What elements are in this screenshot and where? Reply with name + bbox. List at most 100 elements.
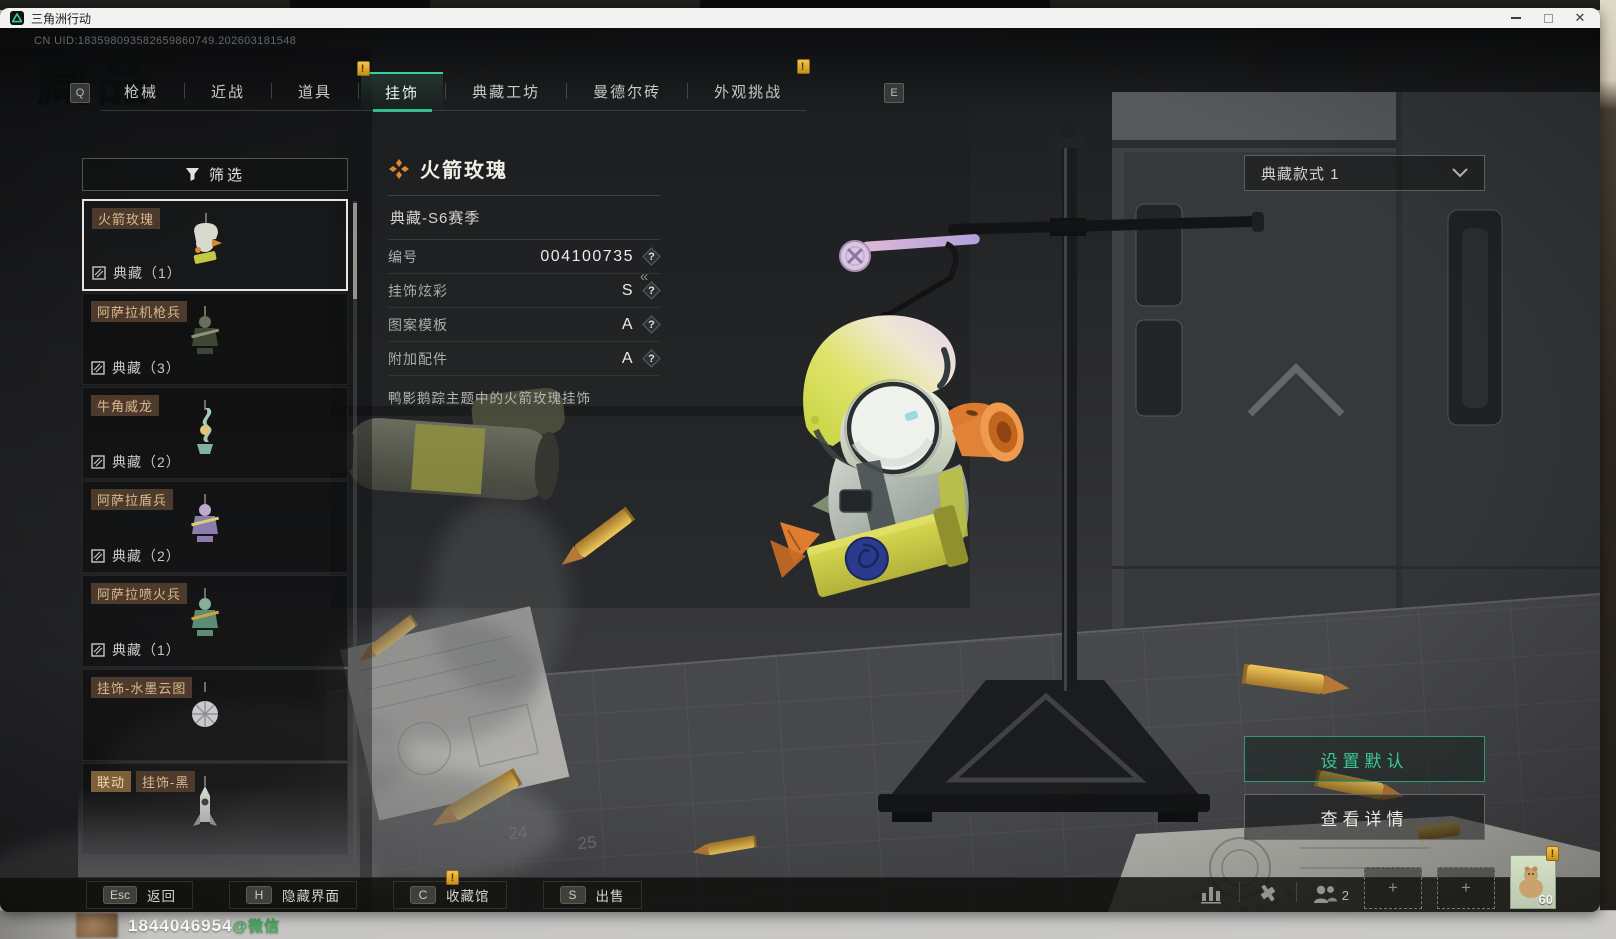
key-hint-q: Q (70, 83, 90, 103)
tab-近战[interactable]: 近战 (187, 72, 269, 110)
auction-button[interactable] (1255, 880, 1281, 906)
stats-button[interactable] (1198, 880, 1224, 906)
charm-thumbnail (193, 776, 217, 826)
collection-list-item[interactable]: 联动 挂饰-黑 (82, 763, 348, 855)
minimize-button[interactable] (1500, 8, 1532, 28)
detail-row-value: A (621, 349, 634, 367)
collection-list: 火箭玫瑰 典藏（1） 阿萨拉机枪兵 典藏（3） 牛角威龙 典藏（2） 阿萨拉盾兵… (82, 199, 348, 865)
key-chip: H (246, 886, 273, 904)
tab-典藏工坊[interactable]: 典藏工坊 (448, 72, 564, 110)
detail-row-label: 编号 (388, 248, 418, 265)
scrollbar-thumb[interactable] (353, 203, 357, 299)
tab-label: 典藏工坊 (472, 83, 541, 101)
panel-collapse-handle[interactable]: « (640, 268, 648, 285)
item-season: 典藏-S6赛季 (388, 196, 660, 240)
shortcut[interactable]: Esc 返回 (86, 881, 194, 909)
alert-badge-icon: ! (1546, 846, 1559, 861)
collection-list-item[interactable]: 牛角威龙 典藏（2） (82, 387, 348, 479)
item-name-badge: 火箭玫瑰 (92, 208, 161, 229)
desktop: 1844046954@微信 三角洲行动 ✕ CN UID:18359809358… (0, 0, 1616, 939)
collection-count: 典藏（3） (91, 358, 181, 378)
item-name-badge: 阿萨拉机枪兵 (91, 301, 188, 322)
tab-separator (687, 83, 689, 99)
tab-row: 枪械 近战 道具 ! 挂饰 典藏工坊 曼德尔砖 ! 外观挑战 (100, 59, 811, 112)
tab-separator (445, 83, 447, 99)
filter-button[interactable]: 筛选 (82, 158, 348, 191)
item-tags: 联动 挂饰-黑 (91, 771, 196, 792)
item-tags: 阿萨拉机枪兵 (91, 301, 188, 322)
gavel-icon (1260, 884, 1275, 902)
tab-label: 近战 (211, 83, 246, 101)
filter-funnel-icon (185, 168, 199, 181)
avatar (76, 913, 118, 938)
key-hint-e: E (884, 83, 904, 103)
detail-rows: 编号 004100735 ? 挂饰炫彩 S ? 图案模板 A ? 附加配件 A … (388, 240, 661, 376)
style-dropdown[interactable]: 典藏款式 1 (1244, 155, 1485, 191)
shortcut[interactable]: H 隐藏界面 (229, 881, 358, 909)
detail-row: 附加配件 A ? (388, 342, 661, 376)
key-chip: S (559, 886, 586, 904)
detail-row: 图案模板 A ? (388, 308, 661, 342)
collection-list-item[interactable]: 阿萨拉喷火兵 典藏（1） (82, 575, 348, 667)
tab-道具[interactable]: 道具 (274, 72, 356, 110)
collection-stamp-icon (92, 266, 106, 280)
item-name-badge: 阿萨拉喷火兵 (91, 583, 188, 604)
detail-row-label: 挂饰炫彩 (388, 282, 448, 299)
empty-slot-button[interactable]: + (1364, 867, 1422, 909)
tab-枪械[interactable]: 枪械 (100, 72, 182, 110)
tab-separator (184, 83, 186, 99)
help-icon[interactable]: ? (642, 247, 661, 266)
style-dropdown-value: 典藏款式 1 (1261, 165, 1340, 183)
collection-count: 典藏（1） (92, 263, 182, 283)
item-name-badge: 阿萨拉盾兵 (91, 489, 174, 510)
detail-row-value: A (621, 315, 634, 333)
collection-count-label: 典藏（3） (112, 360, 181, 376)
collection-stamp-icon (91, 549, 105, 563)
bar-chart-icon (1200, 887, 1221, 904)
item-card-button[interactable]: 60 ! (1510, 846, 1559, 909)
set-default-button[interactable]: 设置默认 (1244, 736, 1485, 782)
tab-外观挑战[interactable]: ! 外观挑战 (690, 59, 811, 110)
collection-count: 典藏（2） (91, 546, 181, 566)
desktop-footer: 1844046954@微信 (0, 910, 1616, 939)
shortcut[interactable]: ! C 收藏馆 (393, 870, 507, 909)
collection-count-label: 典藏（1） (113, 265, 182, 281)
collection-stamp-icon (91, 643, 105, 657)
collection-stamp-icon (91, 361, 105, 375)
charm-thumbnail (197, 400, 213, 454)
maximize-icon (1543, 13, 1553, 23)
friends-button[interactable]: 2 (1312, 882, 1349, 906)
filter-label: 筛选 (208, 167, 245, 184)
collection-count-label: 典藏（2） (112, 454, 181, 470)
watermark-suffix: @微信 (232, 918, 281, 935)
plus-icon: + (1461, 878, 1471, 897)
collection-list-item[interactable]: 阿萨拉机枪兵 典藏（3） (82, 293, 348, 385)
collection-list-item[interactable]: 火箭玫瑰 典藏（1） (82, 199, 348, 291)
close-button[interactable]: ✕ (1564, 8, 1596, 28)
view-details-button[interactable]: 查看详情 (1244, 794, 1485, 840)
tab-label: 道具 (298, 83, 333, 101)
charm-thumbnail (192, 682, 218, 727)
window-controls: ✕ (1500, 8, 1596, 28)
collection-diamond-icon (389, 158, 409, 179)
help-icon[interactable]: ? (642, 349, 661, 368)
chevron-down-icon (1452, 168, 1468, 178)
tab-挂饰[interactable]: ! 挂饰 (357, 61, 444, 112)
background-right-strip (1600, 0, 1616, 939)
collection-list-item[interactable]: 挂饰-水墨云图 (82, 669, 348, 761)
charm-thumbnail (191, 494, 220, 542)
charm-thumbnail (193, 213, 222, 264)
help-icon[interactable]: ? (642, 315, 661, 334)
alert-badge-icon: ! (357, 61, 371, 76)
status-tray: 2 + + 60 ! (1198, 846, 1559, 909)
alert-badge-icon: ! (797, 59, 811, 74)
maximize-button[interactable] (1532, 8, 1564, 28)
list-scrollbar[interactable] (353, 201, 357, 861)
empty-slot-button[interactable]: + (1437, 867, 1495, 909)
shortcut[interactable]: S 出售 (542, 881, 642, 909)
tab-曼德尔砖[interactable]: 曼德尔砖 (569, 72, 685, 110)
collection-list-item[interactable]: 阿萨拉盾兵 典藏（2） (82, 481, 348, 573)
item-name-badge: 牛角威龙 (91, 395, 160, 416)
shortcut-label: 返回 (147, 889, 177, 904)
detail-row-value: S (621, 281, 634, 299)
